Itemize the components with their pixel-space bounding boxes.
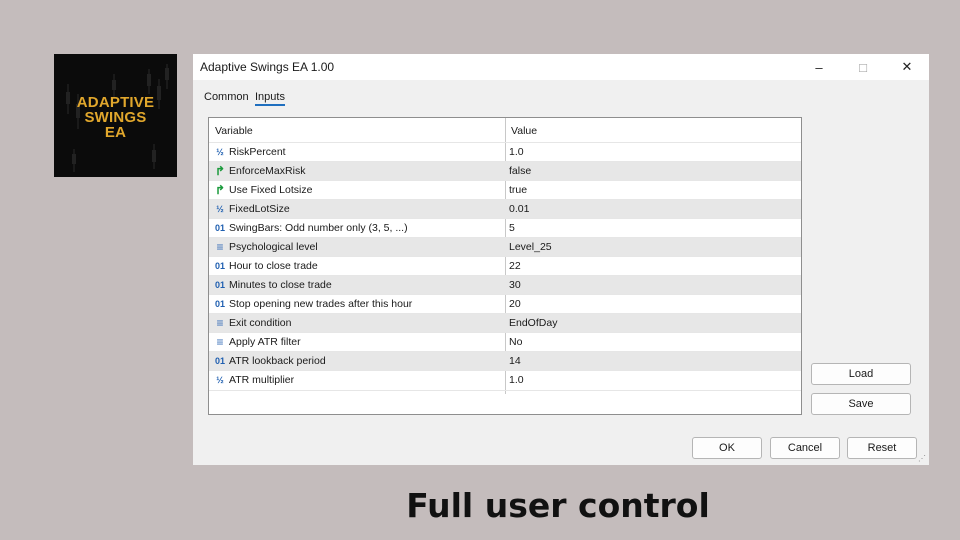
row-variable: Psychological level xyxy=(229,241,318,253)
reset-button[interactable]: Reset xyxy=(847,437,917,459)
minimize-button[interactable]: – xyxy=(799,54,839,80)
row-value[interactable]: 14 xyxy=(509,355,521,367)
logo-line-1: ADAPTIVE xyxy=(76,94,155,111)
integer-icon: 01 xyxy=(214,261,225,271)
close-button[interactable]: ✕ xyxy=(887,54,927,80)
row-value[interactable]: 30 xyxy=(509,279,521,291)
tab-strip: Common Inputs xyxy=(193,80,929,110)
row-variable: EnforceMaxRisk xyxy=(229,165,306,177)
tab-common[interactable]: Common xyxy=(204,91,249,103)
fraction-icon: ½ xyxy=(216,375,224,385)
load-button[interactable]: Load xyxy=(811,363,911,385)
row-value[interactable]: true xyxy=(509,184,527,196)
row-value[interactable]: false xyxy=(509,165,531,177)
row-variable: ATR lookback period xyxy=(229,355,326,367)
window-title: Adaptive Swings EA 1.00 xyxy=(200,60,335,74)
logo-line-2: SWINGS xyxy=(84,109,147,126)
table-row[interactable]: ≡ Exit condition EndOfDay xyxy=(209,313,801,333)
table-row[interactable]: ≡ Psychological level Level_25 xyxy=(209,237,801,257)
header-value[interactable]: Value xyxy=(511,125,537,137)
table-row[interactable]: 01 Minutes to close trade 30 xyxy=(209,275,801,295)
row-value[interactable]: 22 xyxy=(509,260,521,272)
row-variable: RiskPercent xyxy=(229,146,286,158)
table-row[interactable]: ≡ Apply ATR filter No xyxy=(209,332,801,352)
inputs-table: Variable Value ½ RiskPercent 1.0 ↱ Enfor… xyxy=(208,117,802,415)
bool-arrow-icon: ↱ xyxy=(214,183,226,197)
integer-icon: 01 xyxy=(214,280,225,290)
table-row[interactable]: ½ ATR multiplier 1.0 xyxy=(209,370,801,391)
ok-button[interactable]: OK xyxy=(692,437,762,459)
table-row[interactable]: 01 ATR lookback period 14 xyxy=(209,351,801,371)
logo-text: ADAPTIVE SWINGS EA xyxy=(54,95,177,140)
row-variable: SwingBars: Odd number only (3, 5, ...) xyxy=(229,222,408,234)
table-row[interactable]: ½ FixedLotSize 0.01 xyxy=(209,199,801,219)
header-variable[interactable]: Variable xyxy=(215,125,253,137)
bool-arrow-icon: ↱ xyxy=(214,164,226,178)
integer-icon: 01 xyxy=(214,223,225,233)
row-variable: Stop opening new trades after this hour xyxy=(229,298,413,310)
row-variable: FixedLotSize xyxy=(229,203,290,215)
table-row[interactable]: 01 SwingBars: Odd number only (3, 5, ...… xyxy=(209,218,801,238)
save-button[interactable]: Save xyxy=(811,393,911,415)
enum-icon: ≡ xyxy=(216,335,224,349)
row-variable: Hour to close trade xyxy=(229,260,318,272)
caption-text: Full user control xyxy=(406,486,710,525)
enum-icon: ≡ xyxy=(216,316,224,330)
row-value[interactable]: 1.0 xyxy=(509,146,524,158)
row-value[interactable]: 0.01 xyxy=(509,203,529,215)
resize-grip-icon[interactable]: ⋰ xyxy=(918,454,928,464)
row-variable: Minutes to close trade xyxy=(229,279,332,291)
row-value[interactable]: No xyxy=(509,336,522,348)
adaptive-swings-logo: ADAPTIVE SWINGS EA xyxy=(54,54,177,177)
row-value[interactable]: 1.0 xyxy=(509,374,524,386)
tab-inputs[interactable]: Inputs xyxy=(255,91,285,106)
fraction-icon: ½ xyxy=(216,147,224,157)
table-row[interactable]: 01 Stop opening new trades after this ho… xyxy=(209,294,801,314)
dialog-footer: OK Cancel Reset ⋰ xyxy=(193,431,929,465)
row-variable: Exit condition xyxy=(229,317,292,329)
fraction-icon: ½ xyxy=(216,204,224,214)
row-value[interactable]: 20 xyxy=(509,298,521,310)
maximize-button[interactable]: □ xyxy=(843,54,883,80)
cancel-button[interactable]: Cancel xyxy=(770,437,840,459)
table-row[interactable]: ↱ Use Fixed Lotsize true xyxy=(209,180,801,200)
title-bar[interactable]: Adaptive Swings EA 1.00 – □ ✕ xyxy=(193,54,929,80)
row-value[interactable]: 5 xyxy=(509,222,515,234)
row-variable: Use Fixed Lotsize xyxy=(229,184,313,196)
row-variable: ATR multiplier xyxy=(229,374,295,386)
integer-icon: 01 xyxy=(214,299,225,309)
logo-line-3: EA xyxy=(104,124,127,141)
integer-icon: 01 xyxy=(214,356,225,366)
table-row[interactable]: ½ RiskPercent 1.0 xyxy=(209,142,801,162)
enum-icon: ≡ xyxy=(216,240,224,254)
row-value[interactable]: EndOfDay xyxy=(509,317,557,329)
table-row[interactable]: ↱ EnforceMaxRisk false xyxy=(209,161,801,181)
properties-dialog: Adaptive Swings EA 1.00 – □ ✕ Common Inp… xyxy=(193,54,929,465)
row-value[interactable]: Level_25 xyxy=(509,241,552,253)
table-row[interactable]: 01 Hour to close trade 22 xyxy=(209,256,801,276)
row-variable: Apply ATR filter xyxy=(229,336,301,348)
